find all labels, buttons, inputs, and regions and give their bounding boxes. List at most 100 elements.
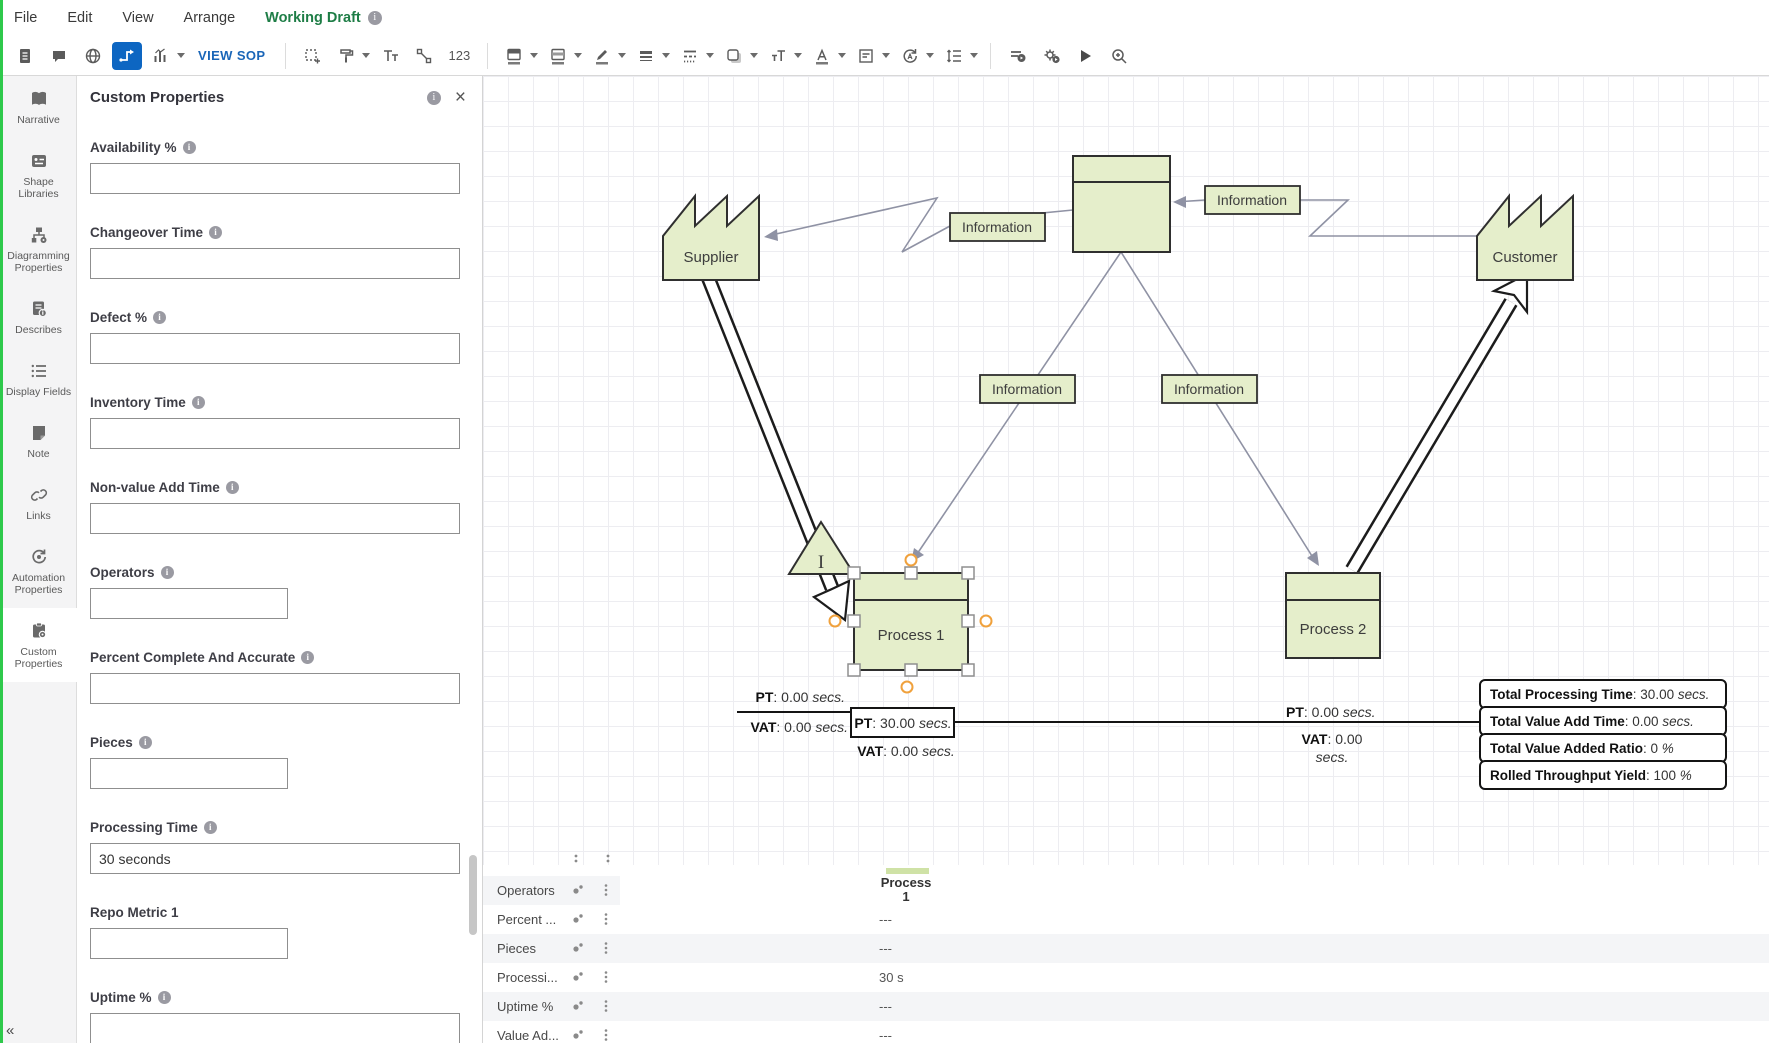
table-row[interactable]: Operators [483,876,1769,905]
shape-style-icon[interactable] [719,42,749,70]
diagram-canvas[interactable]: Information Information Information Info… [483,76,1769,865]
sidebar-item-diagramming-properties[interactable]: Diagramming Properties [0,212,77,286]
sidebar-item-describes[interactable]: Describes [0,286,77,348]
repo-metric-1-input[interactable] [90,928,288,959]
font-size-icon[interactable] [763,42,793,70]
mapping-icon[interactable] [571,999,585,1018]
field-info-icon[interactable] [161,566,174,579]
sidebar-item-narrative[interactable]: Narrative [0,76,77,138]
line-weight-caret-icon[interactable] [662,53,670,58]
connection-point[interactable] [981,616,992,627]
menu-edit[interactable]: Edit [67,10,92,26]
close-icon[interactable] [455,90,466,106]
connection-points-icon[interactable] [409,42,439,70]
connector-tool-icon[interactable] [112,42,142,70]
format-painter-icon[interactable] [331,42,361,70]
field-info-icon[interactable] [192,396,205,409]
font-size-caret-icon[interactable] [794,53,802,58]
play-icon[interactable] [1070,42,1100,70]
customer-shape[interactable]: Customer [1477,196,1573,280]
sidebar-item-display-fields[interactable]: Display Fields [0,348,77,410]
cut-row-kebab-icon[interactable] [571,853,581,863]
rotate-caret-icon[interactable] [926,53,934,58]
field-info-icon[interactable] [204,821,217,834]
field-info-icon[interactable] [139,736,152,749]
mapping-icon[interactable] [571,912,585,931]
document-icon[interactable] [10,42,40,70]
field-info-icon[interactable] [158,991,171,1004]
processing-time-input[interactable] [90,843,460,874]
production-control-box[interactable] [1073,156,1170,252]
connector-info-to-supplier[interactable] [767,198,950,252]
non-value-add-time-input[interactable] [90,503,460,534]
connector-control-to-process2[interactable] [1121,252,1317,564]
pieces-input[interactable] [90,758,288,789]
mapping-icon[interactable] [571,941,585,960]
mapping-icon[interactable] [571,883,585,902]
sidebar-item-custom-properties[interactable]: Custom Properties [0,608,77,682]
kebab-menu-icon[interactable] [603,999,609,1018]
table-row[interactable]: Value Ad... --- [483,1021,1769,1043]
line-spacing-caret-icon[interactable] [970,53,978,58]
view-sop-button[interactable]: VIEW SOP [198,48,266,63]
sidebar-item-shape-libraries[interactable]: Shape Libraries [0,138,77,212]
supplier-shape[interactable]: Supplier [663,196,759,280]
container-fill-caret-icon[interactable] [574,53,582,58]
defect-input[interactable] [90,333,460,364]
percent-complete-input[interactable] [90,673,460,704]
numeric-fields-icon[interactable]: 123 [449,48,471,63]
chart-caret-icon[interactable] [177,53,185,58]
menu-file[interactable]: File [14,10,37,26]
kebab-menu-icon[interactable] [603,1028,609,1043]
fill-color-icon[interactable] [499,42,529,70]
table-row[interactable]: Pieces --- [483,934,1769,963]
draft-info-icon[interactable] [368,11,382,25]
container-fill-icon[interactable] [543,42,573,70]
sidebar-item-links[interactable]: Links [0,472,77,534]
process2-shape[interactable]: Process 2 [1286,573,1380,658]
mapping-icon[interactable] [571,970,585,989]
comment-icon[interactable] [44,42,74,70]
totals-box[interactable]: Total Processing Time: 30.00 secs. Total… [1480,680,1726,789]
connector-customer-to-info[interactable] [1300,200,1477,236]
menu-view[interactable]: View [122,10,153,26]
chart-icon[interactable] [146,42,176,70]
table-row[interactable]: Processi... 30 s [483,963,1769,992]
kebab-menu-icon[interactable] [603,941,609,960]
shipment-arrow-process2-to-customer[interactable] [1352,274,1527,570]
field-info-icon[interactable] [209,226,222,239]
line-spacing-icon[interactable] [939,42,969,70]
table-row[interactable]: Percent ... --- [483,905,1769,934]
inventory-triangle[interactable]: I [789,522,854,574]
process1-shape[interactable]: Process 1 [854,573,968,670]
mapping-icon[interactable] [571,1028,585,1043]
line-weight-icon[interactable] [631,42,661,70]
font-style-icon[interactable] [375,42,405,70]
field-info-icon[interactable] [153,311,166,324]
menu-arrange[interactable]: Arrange [184,10,236,26]
field-info-icon[interactable] [301,651,314,664]
globe-icon[interactable] [78,42,108,70]
working-draft-label[interactable]: Working Draft [265,10,361,26]
text-align-icon[interactable] [851,42,881,70]
kebab-menu-icon[interactable] [603,912,609,931]
zoom-icon[interactable] [1104,42,1134,70]
sidebar-item-note[interactable]: Note [0,410,77,472]
text-color-icon[interactable] [807,42,837,70]
availability-input[interactable] [90,163,460,194]
line-color-icon[interactable] [587,42,617,70]
changeover-time-input[interactable] [90,248,460,279]
field-info-icon[interactable] [183,141,196,154]
panel-scrollbar[interactable] [469,855,477,935]
painter-caret-icon[interactable] [362,53,370,58]
marquee-select-icon[interactable] [297,42,327,70]
operators-input[interactable] [90,588,288,619]
uptime-input[interactable] [90,1013,460,1043]
line-style-icon[interactable] [675,42,705,70]
automation-gear-icon[interactable] [1036,42,1066,70]
collapse-panel-icon[interactable] [6,1022,14,1039]
rotate-icon[interactable] [895,42,925,70]
connector-control-to-process1[interactable] [913,252,1121,560]
text-align-caret-icon[interactable] [882,53,890,58]
cut-row-kebab-icon[interactable] [603,853,613,863]
